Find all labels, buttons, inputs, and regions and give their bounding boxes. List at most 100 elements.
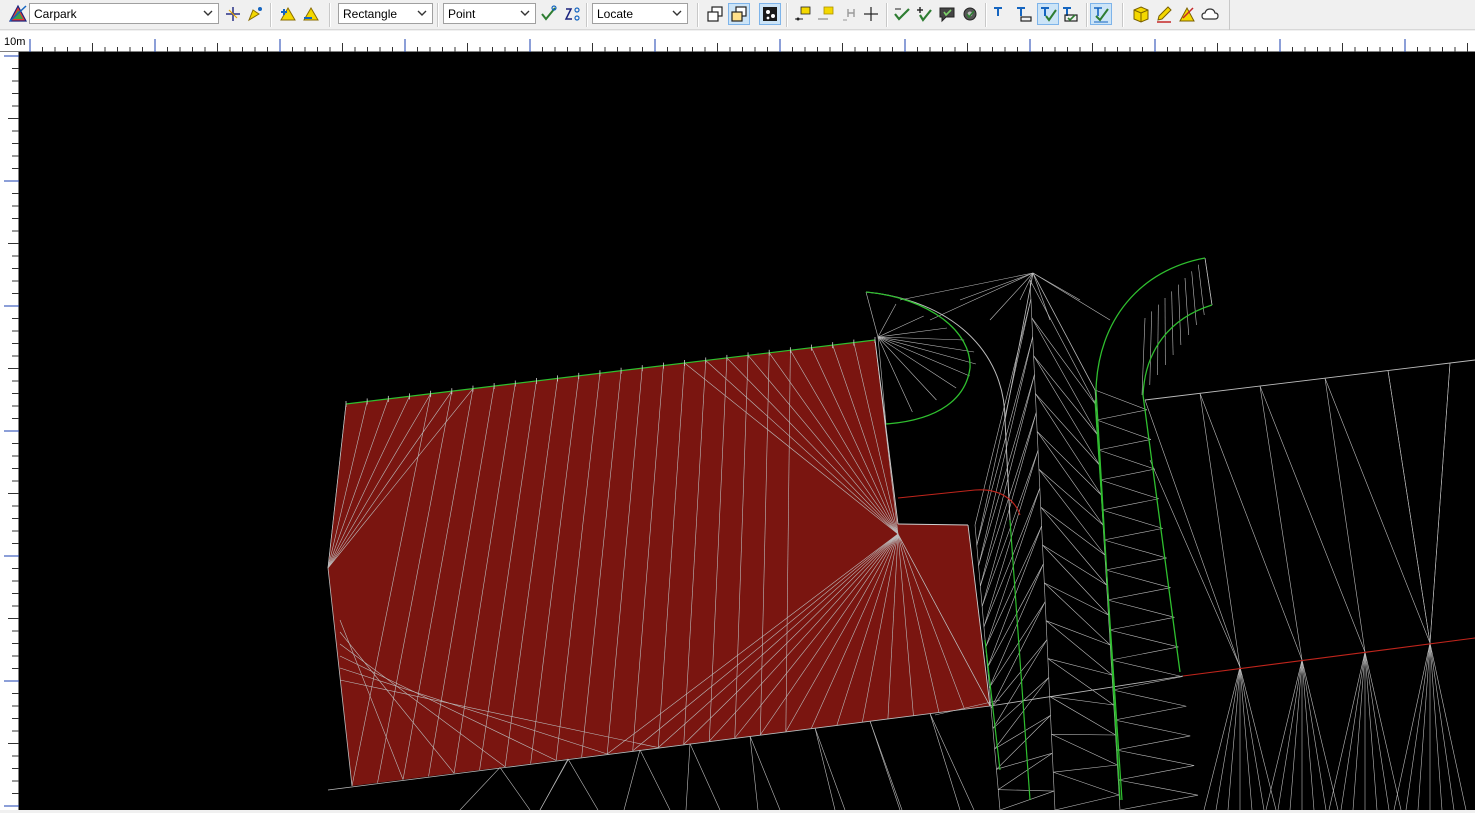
mesh-edge <box>1050 696 1116 735</box>
mesh-edge <box>1302 660 1338 810</box>
mesh-edge <box>1102 510 1163 528</box>
mesh-edge <box>980 586 982 606</box>
copy-window-icon[interactable] <box>705 4 725 24</box>
mesh-edge <box>1035 394 1099 465</box>
add-check-icon[interactable] <box>914 4 934 24</box>
mesh-edge <box>866 292 878 337</box>
mesh-edge <box>1118 780 1198 795</box>
mesh-edge <box>1097 420 1151 439</box>
cube-icon[interactable] <box>1131 4 1151 24</box>
comment-icon[interactable] <box>937 4 957 24</box>
mesh-edge <box>993 678 1049 729</box>
mesh-edge <box>1106 558 1167 570</box>
mesh-edge <box>540 760 568 810</box>
mesh-edge <box>1204 667 1240 810</box>
mesh-edge <box>1430 643 1466 810</box>
chevron-down-icon <box>416 6 428 20</box>
text-underline-check-icon[interactable] <box>1060 4 1080 24</box>
check-icon[interactable] <box>892 4 912 24</box>
text-underline-icon[interactable] <box>1014 4 1034 24</box>
mesh-edge <box>1185 278 1189 335</box>
mesh-edge <box>878 304 896 337</box>
point-edit-icon[interactable] <box>562 4 582 24</box>
selection-mode-select[interactable]: Rectangle <box>338 3 433 24</box>
triangle-remove-icon[interactable] <box>301 4 321 24</box>
lane-breakline <box>1095 400 1122 800</box>
mesh-edge <box>1100 480 1158 499</box>
mesh-edge <box>1111 647 1178 660</box>
check-text-icon[interactable] <box>1091 4 1111 24</box>
text-check-icon[interactable] <box>1038 4 1058 24</box>
mesh-edge <box>1418 643 1430 810</box>
mesh-edge <box>977 299 1031 545</box>
mesh-edge <box>500 767 530 810</box>
layer-colour-icon[interactable] <box>8 4 28 24</box>
mesh-edge <box>1240 667 1264 810</box>
mesh-edge <box>1150 311 1152 385</box>
snap-cross-icon[interactable] <box>861 4 881 24</box>
mesh-edge <box>1145 360 1475 400</box>
mesh-edge <box>878 337 974 352</box>
mesh-edge <box>1341 652 1365 810</box>
triangle-add-icon[interactable] <box>278 4 298 24</box>
crosshair-icon[interactable] <box>223 4 243 24</box>
mesh-edge <box>1158 305 1159 375</box>
mesh-edge <box>1150 460 1240 667</box>
mesh-edge <box>750 736 758 810</box>
mesh-edge <box>1099 439 1151 450</box>
mesh-edge <box>1044 583 1108 615</box>
mesh-edge <box>1046 621 1110 645</box>
mesh-edge <box>870 721 900 810</box>
mesh-edge <box>1043 545 1045 583</box>
mesh-edge <box>1325 378 1430 643</box>
layer-select-value: Carpark <box>34 7 77 21</box>
label-points-icon[interactable] <box>793 4 813 24</box>
settings-check-icon[interactable] <box>960 4 980 24</box>
model-view-icon[interactable] <box>760 4 780 24</box>
model-view-canvas[interactable] <box>19 52 1475 810</box>
mesh-edge <box>988 526 1042 667</box>
mesh-edge <box>1100 469 1154 480</box>
mesh-edge <box>1048 659 1050 697</box>
mesh-edge <box>1053 772 1119 795</box>
mesh-edge <box>1118 766 1194 780</box>
pencil-icon[interactable] <box>1154 4 1174 24</box>
height-icon[interactable] <box>839 4 859 24</box>
shape-edit-icon[interactable] <box>1177 4 1197 24</box>
mesh-edge <box>1260 386 1365 652</box>
mesh-edge <box>1050 696 1114 705</box>
mesh-edge <box>1205 258 1212 305</box>
mesh-edge <box>1037 431 1039 469</box>
layer-select[interactable]: Carpark <box>29 3 219 24</box>
mesh-edge <box>1034 356 1036 394</box>
right-curb-arc <box>1096 258 1205 800</box>
text-icon[interactable] <box>991 4 1011 24</box>
mesh-edge <box>995 715 1051 749</box>
mesh-edge <box>930 714 960 810</box>
mesh-edge <box>975 299 1031 525</box>
snap-mode-select[interactable]: Point <box>443 3 536 24</box>
mesh-edge <box>1051 734 1117 765</box>
mesh-edge <box>1200 393 1240 667</box>
mesh-edge <box>1353 652 1365 810</box>
label-points-yellow-icon[interactable] <box>816 4 836 24</box>
mesh-edge <box>1044 583 1110 645</box>
mesh-edge <box>998 790 1000 810</box>
mesh-edge <box>993 729 995 749</box>
pen-select-icon[interactable] <box>245 4 265 24</box>
mesh-edge <box>900 273 1033 300</box>
horizontal-ruler: 10m <box>0 31 1475 52</box>
triangulation-drawing[interactable] <box>19 52 1475 810</box>
mesh-edge <box>1044 583 1046 621</box>
cloud-icon[interactable] <box>1200 4 1220 24</box>
mesh-edge <box>1192 271 1197 325</box>
action-value: Locate <box>597 7 633 21</box>
mesh-edge <box>1430 643 1454 810</box>
point-check-icon[interactable] <box>539 4 559 24</box>
mesh-edge <box>998 790 1054 791</box>
mesh-edge <box>1116 736 1190 750</box>
action-select[interactable]: Locate <box>592 3 688 24</box>
mesh-edge <box>1278 660 1302 810</box>
mesh-edge <box>1109 630 1178 647</box>
move-window-icon[interactable] <box>729 4 749 24</box>
